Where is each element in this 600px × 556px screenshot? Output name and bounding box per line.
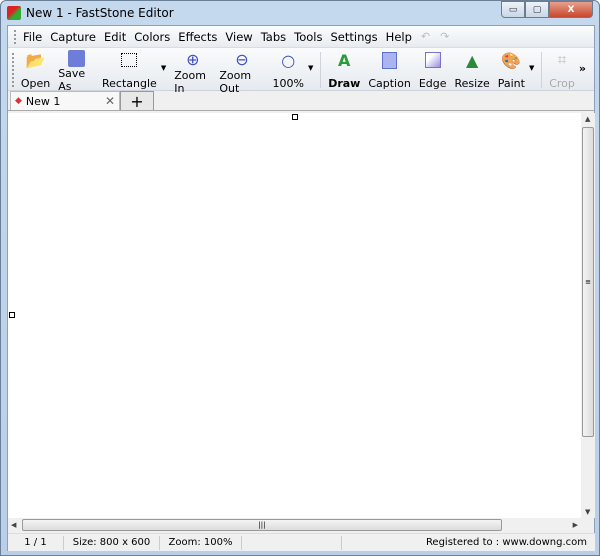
scroll-left-icon[interactable]: ◀ <box>11 521 16 529</box>
status-bar: 1 / 1 Size: 800 x 600 Zoom: 100% Registe… <box>8 533 595 551</box>
undo-icon[interactable]: ↶ <box>416 30 435 43</box>
tab-close-button[interactable]: ✕ <box>105 94 115 108</box>
scroll-right-icon[interactable]: ▶ <box>573 521 578 529</box>
floppy-icon <box>65 50 87 67</box>
draw-button[interactable]: A Draw <box>324 50 364 91</box>
menu-settings[interactable]: Settings <box>327 30 382 44</box>
vertical-scroll-thumb[interactable]: ≡ <box>582 127 594 437</box>
maximize-button[interactable]: ▢ <box>525 1 549 18</box>
status-zoom: Zoom: 100% <box>160 535 242 550</box>
draw-icon: A <box>338 50 351 70</box>
horizontal-scroll-thumb[interactable]: ||| <box>22 519 502 531</box>
crop-button[interactable]: ⌗ Crop <box>545 50 579 90</box>
menu-colors[interactable]: Colors <box>130 30 174 44</box>
menu-edit[interactable]: Edit <box>100 30 130 44</box>
open-button[interactable]: 📂 Open <box>17 50 54 91</box>
title-bar: New 1 - FastStone Editor <box>7 4 174 22</box>
resize-handle-left[interactable] <box>9 312 15 318</box>
menu-view[interactable]: View <box>221 30 256 44</box>
caption-button[interactable]: Caption <box>364 50 414 90</box>
menu-bar: File Capture Edit Colors Effects View Ta… <box>8 26 594 48</box>
app-window: New 1 - FastStone Editor ▭ ▢ X File Capt… <box>0 0 600 556</box>
grip-icon <box>12 53 15 87</box>
paint-dropdown-icon[interactable]: ▼ <box>529 64 534 72</box>
save-as-button[interactable]: Save As <box>54 50 98 93</box>
client-area: File Capture Edit Colors Effects View Ta… <box>7 25 595 551</box>
folder-icon: 📂 <box>25 50 46 70</box>
toolbar-separator <box>320 52 322 88</box>
menu-tools[interactable]: Tools <box>290 30 326 44</box>
paint-button[interactable]: 🎨 Paint <box>494 50 529 91</box>
scroll-down-icon[interactable]: ▼ <box>585 508 590 516</box>
toolbar-separator <box>541 52 543 88</box>
magnifier-icon: ○ <box>281 50 296 70</box>
horizontal-scrollbar[interactable]: ◀ ||| ▶ <box>8 518 581 532</box>
menu-effects[interactable]: Effects <box>174 30 221 44</box>
menu-tabs[interactable]: Tabs <box>257 30 290 44</box>
zoom-out-icon: ⊖ <box>235 50 249 69</box>
menu-capture[interactable]: Capture <box>46 30 100 44</box>
caption-icon <box>379 50 401 70</box>
toolbar: 📂 Open Save As Rectangle ▼ ⊕ Zoom In ⊖ Zoom… <box>8 48 594 95</box>
rectangle-dropdown-icon[interactable]: ▼ <box>161 64 166 72</box>
zoom-dropdown-icon[interactable]: ▼ <box>308 64 313 72</box>
app-icon <box>7 6 21 20</box>
resize-handle-top[interactable] <box>292 114 298 120</box>
redo-icon[interactable]: ↷ <box>435 30 454 43</box>
image-canvas[interactable] <box>8 113 581 518</box>
minimize-button[interactable]: ▭ <box>501 1 525 18</box>
zoom-in-icon: ⊕ <box>186 50 200 69</box>
grip-icon <box>14 29 17 44</box>
crop-icon: ⌗ <box>557 50 567 69</box>
new-tab-button[interactable]: + <box>120 91 154 111</box>
edge-button[interactable]: Edge <box>415 50 451 90</box>
rectangle-select-icon <box>118 50 140 70</box>
zoom-out-button[interactable]: ⊖ Zoom Out <box>215 50 268 95</box>
menu-help[interactable]: Help <box>382 30 416 44</box>
zoom-in-button[interactable]: ⊕ Zoom In <box>170 50 215 95</box>
resize-button[interactable]: ▲ Resize <box>451 50 494 91</box>
vertical-scrollbar[interactable]: ▲ ≡ ▼ <box>581 113 595 518</box>
tab-bar: ◆ New 1 ✕ + <box>8 91 594 111</box>
resize-icon: ▲ <box>465 50 479 70</box>
tab-new-1[interactable]: ◆ New 1 ✕ <box>10 91 120 110</box>
status-registered: Registered to : www.downg.com <box>425 537 587 548</box>
close-button[interactable]: X <box>549 1 593 18</box>
edge-icon <box>422 50 444 70</box>
window-title: New 1 - FastStone Editor <box>26 6 174 20</box>
status-empty <box>242 535 342 550</box>
status-page: 1 / 1 <box>8 535 64 550</box>
toolbar-overflow-button[interactable]: » <box>579 62 586 75</box>
palette-icon: 🎨 <box>501 50 522 70</box>
rectangle-button[interactable]: Rectangle <box>98 50 161 90</box>
modified-icon: ◆ <box>15 96 22 106</box>
zoom-100-button[interactable]: ○ 100% <box>269 50 308 91</box>
status-size: Size: 800 x 600 <box>64 535 160 550</box>
scroll-up-icon[interactable]: ▲ <box>585 115 590 123</box>
menu-file[interactable]: File <box>19 30 46 44</box>
